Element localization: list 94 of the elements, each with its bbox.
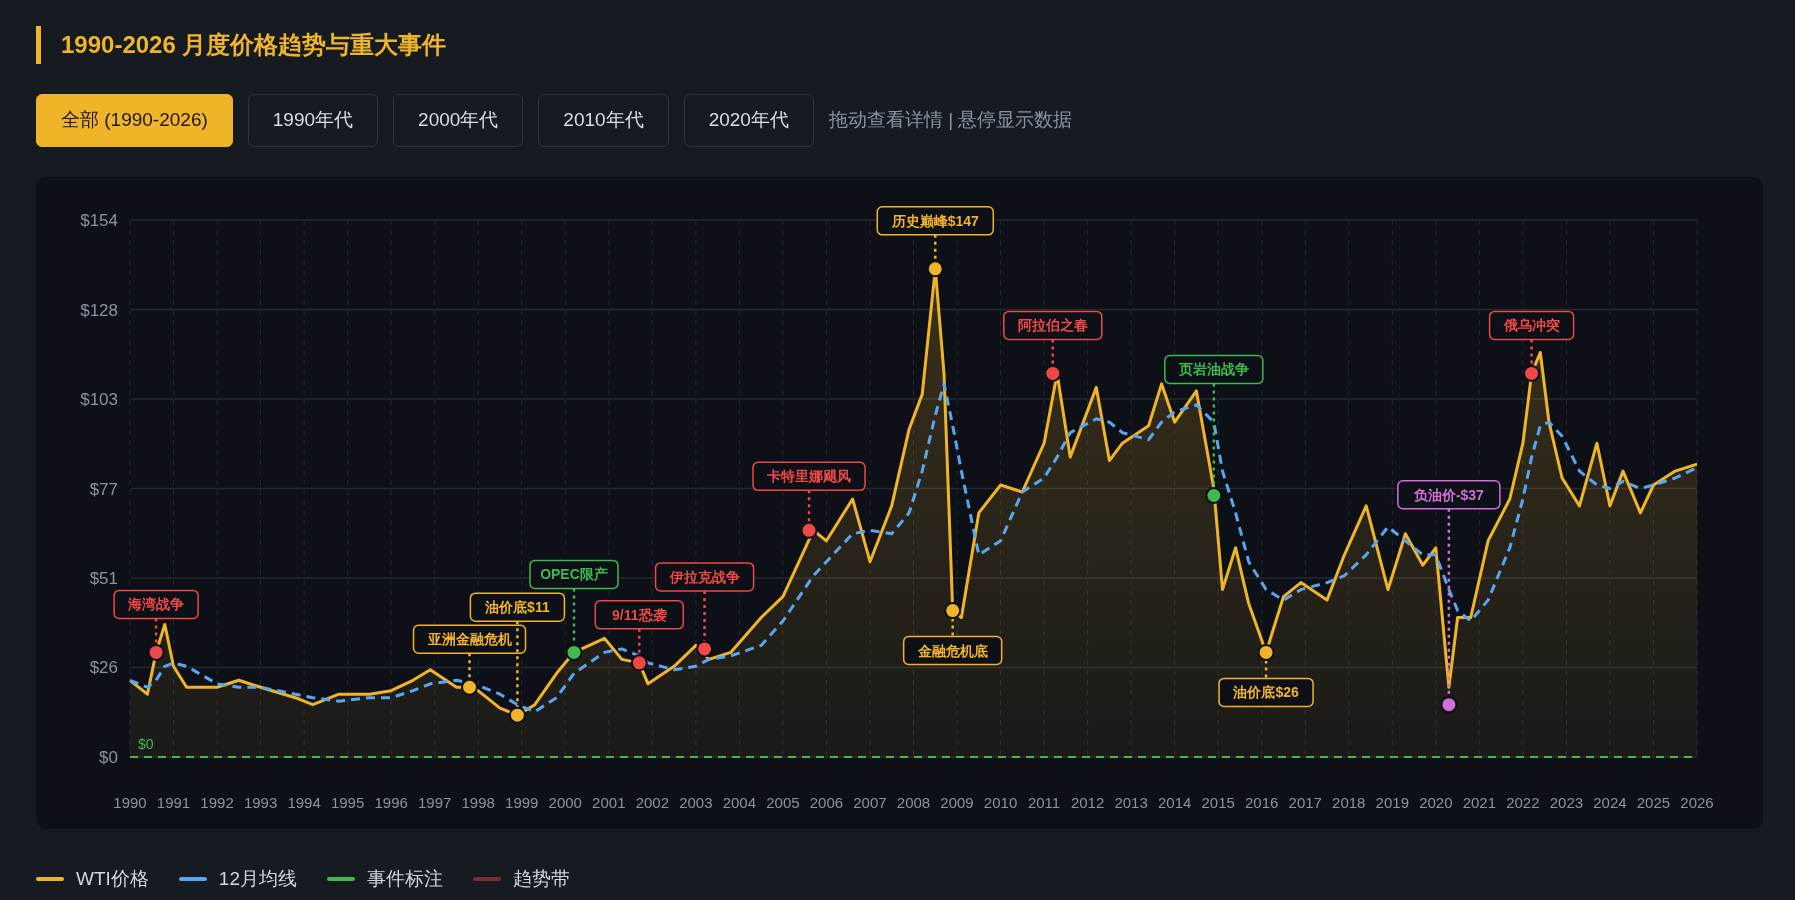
axis-label: 2021 — [1462, 794, 1497, 811]
axis-label: $77 — [89, 479, 118, 499]
annotation: OPEC限产 — [540, 566, 608, 583]
axis-label: 1991 — [156, 794, 191, 811]
annotation: 金融危机底 — [916, 642, 988, 659]
filter-tab[interactable]: 2000年代 — [393, 94, 524, 147]
hint-text: 拖动查看详情 | 悬停显示数据 — [828, 108, 1073, 133]
leader-line — [934, 234, 937, 261]
legend-label: 事件标注 — [366, 866, 443, 891]
axis-label: 2014 — [1158, 794, 1192, 811]
axis-label: 2003 — [679, 794, 713, 811]
axis-label: 1997 — [418, 794, 452, 811]
axis-label: 2018 — [1332, 794, 1366, 811]
axis-label: $103 — [80, 390, 118, 409]
axis-label: 1993 — [243, 794, 278, 811]
axis-label: 2023 — [1549, 794, 1584, 811]
event-label: 亚洲金融危机 — [412, 624, 527, 654]
axis-label: 2020 — [1419, 794, 1453, 811]
axis-label: 2026 — [1680, 794, 1714, 811]
leader-line — [1530, 339, 1533, 366]
event-label: 历史巅峰$147 — [876, 206, 994, 236]
leader-line — [703, 590, 706, 641]
leader-line — [154, 618, 158, 645]
axis-label: 2008 — [896, 794, 931, 811]
axis-label: 2002 — [635, 794, 669, 811]
axis-label: 1990 — [113, 794, 147, 811]
annotation: 负油价-$37 — [1412, 486, 1485, 503]
annotation: 亚洲金融危机 — [426, 631, 512, 648]
leader-line — [1264, 660, 1268, 679]
event-label: 9/11恐袭 — [594, 600, 685, 630]
filter-tab[interactable]: 全部 (1990-2026) — [36, 94, 233, 147]
axis-label: $51 — [89, 569, 118, 588]
filter-tab[interactable]: 2010年代 — [538, 94, 669, 147]
leader-line — [807, 490, 811, 523]
axis-label: 2005 — [766, 794, 800, 811]
leader-line — [951, 618, 954, 637]
event-label: 卡特里娜飓风 — [752, 461, 866, 492]
axis-label: 2024 — [1593, 794, 1627, 811]
axis-label: $26 — [89, 658, 118, 678]
axis-label: 2012 — [1070, 794, 1105, 811]
axis-label: 2013 — [1114, 794, 1148, 811]
event-label: 油价底$11 — [469, 592, 566, 622]
axis-label: 2022 — [1506, 794, 1540, 811]
event-label: 海湾战争 — [113, 589, 199, 620]
legend-label: 趋势带 — [512, 866, 570, 891]
annotation: 俄乌冲突 — [1502, 317, 1560, 334]
axis-label: 2017 — [1288, 794, 1322, 811]
event-label: 负油价-$37 — [1397, 479, 1501, 510]
axis-label: 2016 — [1245, 794, 1279, 811]
annotation: 海湾战争 — [127, 596, 185, 613]
axis-label: 1995 — [330, 794, 365, 811]
annotation: 卡特里娜飓风 — [766, 468, 852, 485]
event-label: 伊拉克战争 — [654, 562, 755, 592]
filter-tab[interactable]: 2020年代 — [683, 94, 814, 147]
axis-label: 1992 — [200, 794, 234, 811]
annotation: 伊拉克战争 — [668, 568, 740, 585]
annotation: 阿拉伯之春 — [1017, 317, 1088, 334]
zero-label: $0 — [138, 736, 154, 752]
annotation: 页岩油战争 — [1177, 361, 1249, 378]
axis-label: $154 — [80, 211, 118, 230]
legend-label: WTI价格 — [76, 866, 149, 891]
axis-label: 2025 — [1636, 794, 1671, 811]
axis-label: 2001 — [592, 794, 626, 811]
filter-tab[interactable]: 1990年代 — [247, 94, 379, 147]
axis-label: 2007 — [853, 794, 887, 811]
axis-label: 2019 — [1375, 794, 1409, 811]
axis-label: 2006 — [809, 794, 844, 811]
axis-label: 2004 — [722, 794, 757, 811]
event-label: 页岩油战争 — [1164, 354, 1264, 385]
chart-title: 1990-2026 月度价格趋势与重大事件 — [61, 30, 447, 60]
leader-line — [1051, 339, 1055, 366]
event-label: 俄乌冲突 — [1488, 310, 1575, 341]
event-label: OPEC限产 — [529, 559, 619, 590]
annotation: 历史巅峰$147 — [890, 212, 980, 229]
annotation: 油价底$11 — [484, 599, 550, 616]
event-label: 金融危机底 — [902, 635, 1003, 666]
annotation: 9/11恐袭 — [612, 606, 667, 623]
axis-label: 2009 — [940, 794, 974, 811]
axis-label: $128 — [80, 300, 118, 320]
axis-label: 1996 — [374, 794, 408, 811]
legend-label: 12月均线 — [218, 866, 297, 891]
axis-label: 2015 — [1201, 794, 1235, 811]
leader-line — [468, 653, 471, 680]
axis-label: 1994 — [287, 794, 321, 811]
event-label: 阿拉伯之春 — [1003, 310, 1103, 341]
axis-label: $0 — [99, 748, 118, 767]
axis-label: 2010 — [983, 794, 1018, 811]
axis-label: 2011 — [1027, 794, 1061, 811]
axis-label: 2000 — [548, 794, 582, 811]
leader-line — [638, 628, 641, 655]
event-label: 油价底$26 — [1218, 677, 1314, 708]
annotation: 油价底$26 — [1232, 684, 1299, 701]
axis-label: 1998 — [461, 794, 495, 811]
axis-label: 1999 — [505, 794, 539, 811]
